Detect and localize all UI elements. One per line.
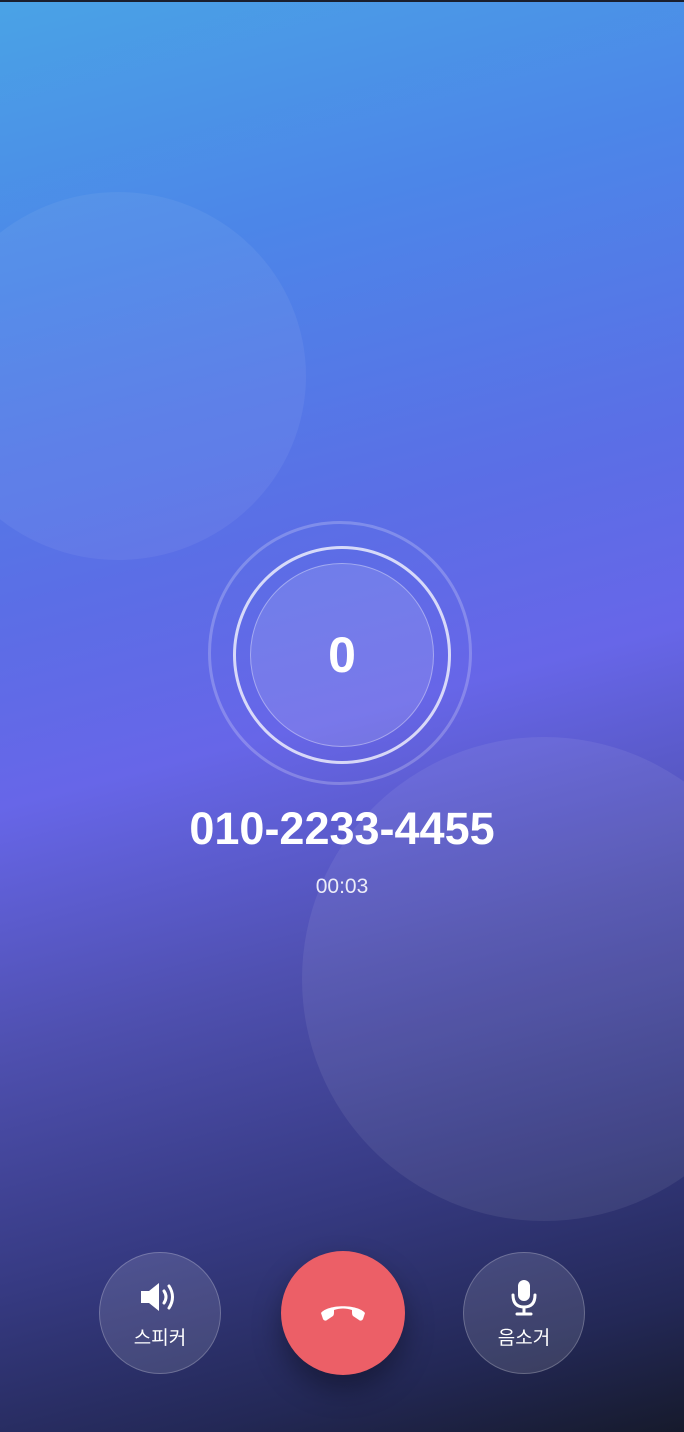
mute-button[interactable]: 음소거 xyxy=(463,1252,585,1374)
top-edge xyxy=(0,0,684,2)
caller-initial: 0 xyxy=(328,627,356,683)
call-screen: 0 010-2233-4455 00:03 스피커 음소거 xyxy=(0,0,684,1432)
avatar-circle: 0 xyxy=(250,563,434,747)
mute-label: 음소거 xyxy=(497,1326,551,1349)
end-call-button[interactable] xyxy=(281,1251,405,1375)
speaker-button[interactable]: 스피커 xyxy=(99,1252,221,1374)
background-circle xyxy=(0,192,306,560)
speaker-label: 스피커 xyxy=(133,1326,187,1349)
microphone-icon xyxy=(502,1277,546,1317)
caller-phone-number: 010-2233-4455 xyxy=(189,803,495,854)
phone-hangup-icon xyxy=(318,1300,368,1326)
speaker-icon xyxy=(138,1277,182,1317)
call-duration: 00:03 xyxy=(315,875,369,898)
